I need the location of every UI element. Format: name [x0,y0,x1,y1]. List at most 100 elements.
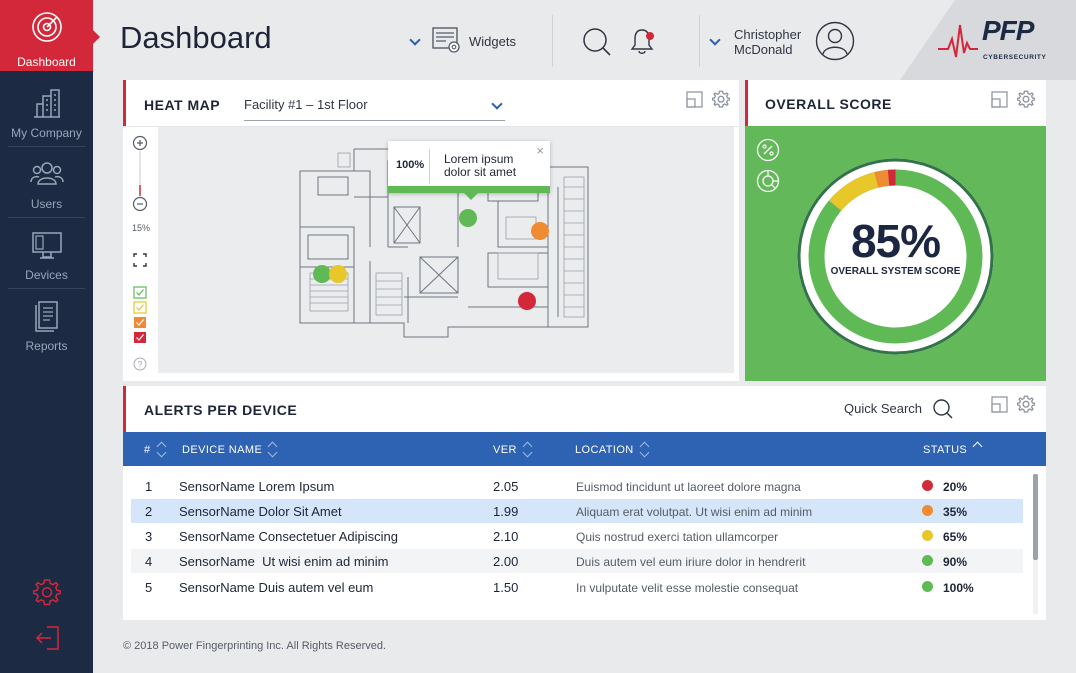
device-version: 1.99 [493,504,519,519]
sidebar-item-label: Users [30,197,63,211]
device-tooltip: 100% Lorem ipsum dolor sit amet × [388,141,550,200]
table-row[interactable]: 3 SensorName Consectetuer Adipiscing 2.1… [131,524,1023,548]
table-row[interactable]: 1 SensorName Lorem Ipsum 2.05 Euismod ti… [131,474,1023,498]
score-value: 85% [850,215,941,267]
device-marker[interactable] [459,209,477,227]
row-number: 4 [145,554,153,569]
device-version: 1.50 [493,580,519,595]
sidebar-item-dashboard[interactable]: Dashboard [0,0,100,71]
column-header-status[interactable]: STATUS [923,443,983,457]
tooltip-status-bar [388,186,550,193]
scrollbar-thumb[interactable] [1033,474,1038,560]
sort-icon [523,443,533,457]
search-icon[interactable] [933,399,953,419]
sidebar-item-users[interactable]: Users [0,147,93,218]
device-marker[interactable] [531,222,549,240]
device-version: 2.00 [493,554,519,569]
panel-accent [123,80,126,126]
device-marker[interactable] [329,265,347,283]
status-dot [922,581,933,592]
radar-icon [32,12,62,42]
sidebar-item-reports[interactable]: Reports [0,289,93,360]
status-value: 20% [943,480,968,494]
heatmap-title: HEAT MAP [144,97,221,113]
column-header-device-name[interactable]: DEVICE NAME [182,443,278,457]
facility-select[interactable]: Facility #1 – 1st Floor [244,95,505,121]
panel-accent [745,80,748,126]
sidebar-item-my-company[interactable]: My Company [0,76,93,147]
settings-icon[interactable] [1017,395,1035,413]
avatar[interactable] [815,21,855,61]
status-value: 65% [943,530,968,544]
column-header-num[interactable]: # [144,443,167,457]
settings-icon[interactable] [712,90,730,108]
gear-icon[interactable] [33,578,61,606]
logout-icon[interactable] [35,625,61,651]
row-number: 3 [145,529,153,544]
device-location: Euismod tincidunt ut laoreet dolore magn… [576,480,801,494]
page-title: Dashboard [120,20,272,55]
chevron-down-icon[interactable] [709,34,721,46]
score-title: OVERALL SCORE [765,96,892,112]
user-last-name[interactable]: McDonald [734,42,793,57]
sidebar-item-label: Reports [25,339,68,353]
facility-value: Facility #1 – 1st Floor [244,97,368,112]
sidebar-item-devices[interactable]: Devices [0,218,93,289]
score-label: OVERALL SYSTEM SCORE [830,266,961,277]
search-icon[interactable] [582,27,612,57]
status-dot [922,555,933,566]
help-icon[interactable]: ? [133,357,147,371]
expand-icon[interactable] [686,91,704,109]
table-row[interactable]: 5 SensorName Duis autem vel eum 1.50 In … [131,575,1023,599]
logo-subtext: CYBERSECURITY [983,54,1047,61]
sort-ascending-icon [973,443,983,457]
chevron-down-icon [491,98,503,110]
score-panel-header: OVERALL SCORE [745,80,1046,126]
heat-legend[interactable] [133,286,147,346]
fullscreen-icon[interactable] [133,253,147,267]
quick-search-label[interactable]: Quick Search [844,401,922,416]
divider [552,15,553,67]
status-value: 35% [943,505,968,519]
divider [429,149,430,184]
bell-icon[interactable] [630,26,658,56]
close-icon[interactable]: × [536,143,544,158]
status-value: 100% [943,581,974,595]
column-header-location[interactable]: LOCATION [575,443,650,457]
user-first-name[interactable]: Christopher [734,27,801,42]
settings-icon[interactable] [1017,90,1035,108]
sidebar-item-label: Dashboard [17,55,76,69]
column-header-ver[interactable]: VER [493,443,533,457]
expand-icon[interactable] [991,91,1009,109]
sort-icon [640,443,650,457]
zoom-level: 15% [132,223,151,233]
status-dot [922,505,933,516]
column-label: LOCATION [575,443,634,456]
widgets-label[interactable]: Widgets [469,34,516,49]
zoom-slider[interactable] [131,135,149,215]
device-marker[interactable] [518,292,536,310]
device-name: SensorName Dolor Sit Amet [179,504,342,519]
sidebar: Dashboard My Company Users Devices Repor… [0,0,100,673]
svg-text:?: ? [137,360,142,370]
status-value: 90% [943,555,968,569]
device-name: SensorName Duis autem vel eum [179,580,374,595]
table-row[interactable]: 4 SensorName Ut wisi enim ad minim 2.00 … [131,549,1023,573]
device-location: Quis nostrud exerci tation ullamcorper [576,530,779,544]
column-label: STATUS [923,443,968,456]
device-location: Aliquam erat volutpat. Ut wisi enim ad m… [576,505,813,519]
device-version: 2.10 [493,529,519,544]
donut-chart-icon[interactable] [756,169,780,193]
tooltip-message: Lorem ipsum dolor sit amet [444,152,517,179]
percent-icon[interactable] [756,138,780,162]
widgets-icon[interactable] [432,27,462,55]
sort-icon [268,443,278,457]
device-location: In vulputate velit esse molestie consequ… [576,581,799,595]
row-number: 2 [145,504,153,519]
expand-icon[interactable] [991,396,1009,414]
report-icon [35,301,58,332]
status-dot [922,530,933,541]
table-row[interactable]: 2 SensorName Dolor Sit Amet 1.99 Aliquam… [131,499,1023,523]
chevron-down-icon[interactable] [409,34,421,46]
logo-text: PFP [982,15,1034,46]
